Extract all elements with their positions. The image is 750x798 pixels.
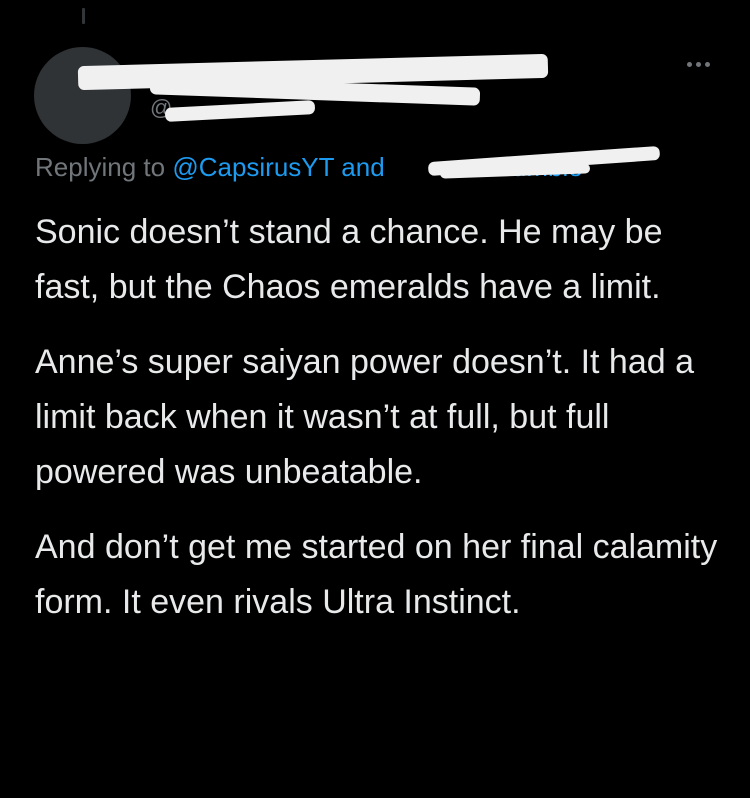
avatar[interactable] bbox=[34, 47, 131, 144]
replying-prefix: Replying to bbox=[35, 152, 166, 182]
replying-and: and bbox=[341, 152, 385, 182]
tweet-paragraph-3: And don’t get me started on her final ca… bbox=[35, 528, 718, 621]
tweet-paragraph-2: Anne’s super saiyan power doesn’t. It ha… bbox=[35, 343, 695, 491]
tweet-body: Sonic doesn’t stand a chance. He may be … bbox=[35, 205, 725, 650]
tweet-paragraph-1: Sonic doesn’t stand a chance. He may be … bbox=[35, 213, 663, 306]
thread-connector-line bbox=[82, 8, 85, 24]
mention-link-capsirusyt[interactable]: @CapsirusYT bbox=[172, 152, 334, 182]
more-options-icon[interactable] bbox=[687, 62, 710, 67]
